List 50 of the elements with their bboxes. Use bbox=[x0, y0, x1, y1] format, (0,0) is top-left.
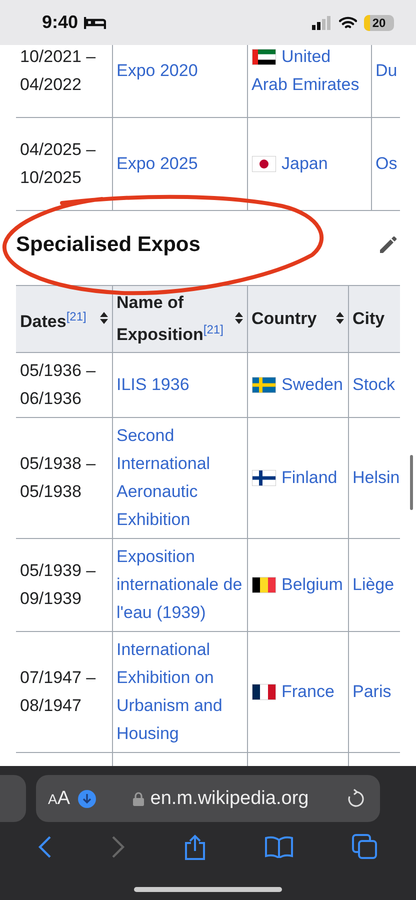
lock-icon bbox=[133, 792, 144, 806]
scroll-indicator bbox=[410, 455, 413, 510]
exposition-link[interactable]: Second International Aeronautic Exhibition bbox=[116, 422, 244, 534]
wifi-icon bbox=[339, 16, 357, 30]
address-bar[interactable]: AA en.m.wikipedia.org bbox=[36, 775, 380, 822]
country-link[interactable]: Finland bbox=[282, 464, 338, 492]
table-cell: 07/1947 – 08/1947 bbox=[16, 631, 112, 752]
table-cell: 04/2025 – 10/2025 bbox=[16, 118, 112, 210]
country-link[interactable]: Japan bbox=[252, 150, 366, 178]
battery-indicator: 20 bbox=[364, 14, 394, 30]
format-button[interactable]: AA bbox=[48, 788, 70, 810]
city-link[interactable]: Stock bbox=[352, 374, 396, 394]
country-link[interactable]: United Arab Emirates bbox=[252, 45, 366, 99]
forward-icon[interactable] bbox=[110, 836, 125, 858]
country-link[interactable]: Sweden bbox=[282, 370, 343, 399]
country-link[interactable]: Belgium bbox=[282, 570, 343, 599]
reload-icon[interactable] bbox=[346, 788, 366, 808]
country-link[interactable]: France bbox=[282, 678, 334, 706]
sort-icon[interactable] bbox=[234, 312, 242, 324]
exposition-link[interactable]: International Exhibition on Urbanism and Housing bbox=[116, 636, 244, 748]
column-header: City bbox=[348, 286, 400, 352]
section-heading: Specialised Expos bbox=[16, 233, 200, 257]
download-icon[interactable] bbox=[78, 790, 96, 808]
signal-icon bbox=[312, 16, 332, 30]
city-link[interactable]: Helsin bbox=[352, 468, 400, 487]
back-icon[interactable] bbox=[38, 836, 52, 858]
sort-icon[interactable] bbox=[100, 312, 108, 324]
exposition-link[interactable]: ILIS 1936 bbox=[116, 370, 244, 399]
column-header[interactable]: Country bbox=[247, 286, 348, 352]
exposition-link[interactable]: Expo 2025 bbox=[116, 154, 198, 173]
bed-icon bbox=[84, 16, 106, 30]
table-cell: 05/1939 – 09/1939 bbox=[16, 538, 112, 632]
book-icon[interactable] bbox=[265, 836, 294, 858]
column-header[interactable]: Dates$^{[21]}$ bbox=[16, 286, 112, 352]
sort-icon[interactable] bbox=[336, 312, 344, 324]
exposition-link[interactable]: Expo 2020 bbox=[116, 61, 198, 80]
table-cell: 10/2021 – 04/2022 bbox=[16, 45, 112, 118]
tabs-icon[interactable] bbox=[352, 834, 378, 860]
table-cell: 05/1938 – 05/1938 bbox=[16, 417, 112, 538]
city-link[interactable]: Os bbox=[376, 154, 398, 173]
table-cell: 05/1936 – 06/1936 bbox=[16, 352, 112, 418]
clock-time: 9:40 bbox=[42, 12, 78, 33]
column-header[interactable]: Name of Exposition$^{[21]}$ bbox=[112, 286, 247, 352]
url-text: en.m.wikipedia.org bbox=[150, 788, 309, 810]
edit-icon[interactable] bbox=[378, 235, 398, 255]
exposition-link[interactable]: Exposition internationale de l'eau (1939) bbox=[116, 542, 244, 627]
city-link[interactable]: Paris bbox=[352, 682, 392, 701]
city-link[interactable]: Liège bbox=[352, 574, 394, 594]
share-icon[interactable] bbox=[184, 834, 206, 860]
city-link[interactable]: Du bbox=[376, 61, 398, 80]
